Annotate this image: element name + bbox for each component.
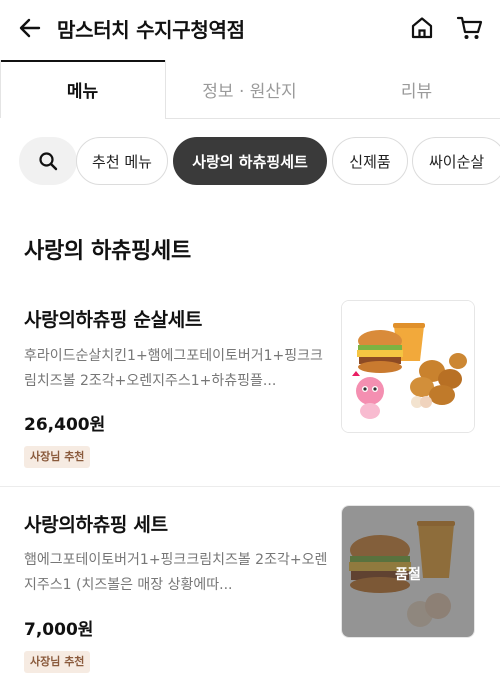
back-arrow-icon [19, 18, 41, 38]
menu-search-button[interactable] [19, 137, 77, 185]
item-name: 사랑의하츄핑 순살세트 [24, 309, 203, 331]
chip-new-products[interactable]: 신제품 [332, 137, 408, 185]
category-chip-bar: 추천 메뉴 사랑의 하츄핑세트 신제품 싸이순살 [0, 137, 500, 187]
tab-review-label: 리뷰 [400, 81, 433, 102]
tab-menu[interactable]: 메뉴 [0, 60, 165, 119]
tab-divider [0, 60, 1, 118]
home-icon [411, 17, 433, 39]
chip-label: 사랑의 하츄핑세트 [192, 152, 308, 171]
tab-info-label: 정보 · 원산지 [202, 81, 297, 102]
tab-menu-label: 메뉴 [66, 81, 99, 102]
menu-item[interactable]: 사랑의하츄핑 순살세트 후라이드순살치킨1+햄에그포테이토버거1+핑크크림치즈볼… [0, 290, 500, 486]
item-price: 26,400원 [24, 415, 106, 435]
item-thumbnail: 품절 [341, 505, 475, 638]
sold-out-label: 품절 [395, 567, 421, 583]
menu-item[interactable]: 사랑의하츄핑 세트 햄에그포테이토버거1+핑크크림치즈볼 2조각+오렌지주스1 … [0, 487, 500, 691]
tab-review[interactable]: 리뷰 [333, 60, 500, 118]
chip-recommended[interactable]: 추천 메뉴 [76, 137, 168, 185]
section-title: 사랑의 하츄핑세트 [24, 239, 191, 264]
cart-button[interactable] [453, 12, 487, 44]
tab-info[interactable]: 정보 · 원산지 [166, 60, 333, 118]
search-icon [39, 152, 58, 171]
chip-haechuping-set[interactable]: 사랑의 하츄핑세트 [173, 137, 327, 185]
home-button[interactable] [406, 12, 438, 44]
item-description: 후라이드순살치킨1+햄에그포테이토버거1+핑크크림치즈볼 2조각+오렌지주스1+… [24, 348, 323, 389]
tab-bar: 메뉴 정보 · 원산지 리뷰 [0, 60, 500, 119]
food-image [342, 301, 474, 432]
back-button[interactable] [14, 12, 46, 44]
chip-label: 싸이순살 [429, 152, 485, 171]
item-name: 사랑의하츄핑 세트 [24, 514, 168, 536]
chip-boneless[interactable]: 싸이순살 [412, 137, 500, 185]
owner-recommend-badge: 사장님 추천 [24, 651, 91, 673]
top-bar: 맘스터치 수지구청역점 [0, 0, 500, 56]
chip-label: 신제품 [349, 152, 391, 171]
owner-recommend-badge: 사장님 추천 [24, 446, 91, 468]
item-description: 햄에그포테이토버거1+핑크크림치즈볼 2조각+오렌지주스1 (치즈볼은 매장 상… [24, 552, 328, 593]
cart-icon [456, 16, 483, 39]
item-price: 7,000원 [24, 620, 94, 640]
chip-label: 추천 메뉴 [92, 152, 152, 171]
store-title: 맘스터치 수지구청역점 [57, 18, 245, 42]
item-thumbnail [341, 300, 475, 433]
